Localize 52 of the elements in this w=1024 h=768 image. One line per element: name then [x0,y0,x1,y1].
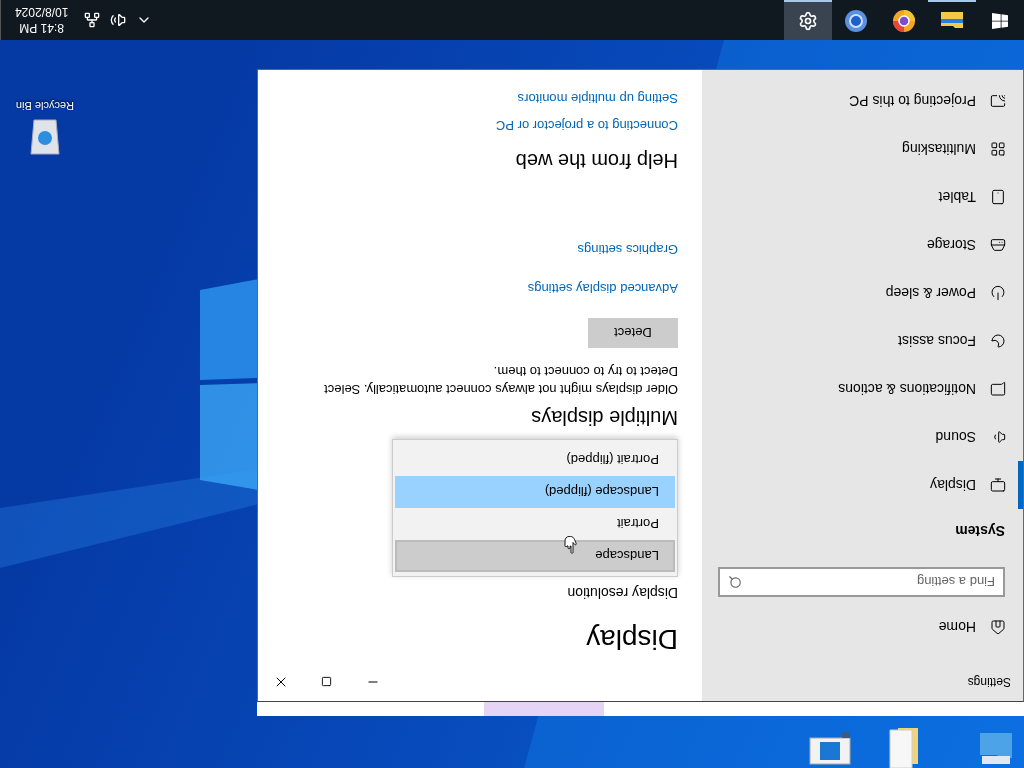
sidebar-item[interactable]: Tablet [702,173,1023,221]
hand-cursor-icon [563,536,577,554]
drive-icon [990,237,1006,253]
settings-icon [798,11,818,31]
dropdown-option[interactable]: Portrait [395,508,675,540]
description-text: Older displays might not always connect automatically. Select Detect to try to connect to them. [323,363,678,398]
sidebar-item[interactable]: Multitasking [702,125,1023,173]
power-icon [990,285,1006,301]
sidebar-item[interactable]: Storage [702,221,1023,269]
projector-icon [990,93,1006,109]
help-link[interactable]: Setting up multiple monitors [517,91,678,106]
sidebar-item[interactable]: Home [702,603,1023,651]
clock[interactable]: 8:41 PM 10/8/2024 [9,4,75,36]
section-title: System [954,522,1006,541]
home-icon [990,619,1006,635]
multitasking-icon [990,141,1006,157]
browser-icon [844,9,868,33]
computer-icon [808,732,852,768]
folder-icon [940,11,964,31]
field-label: Display resolution [566,585,678,601]
tablet-icon [990,189,1006,205]
window-title: Settings [966,674,1012,691]
sidebar-item[interactable]: Notifications & actions [702,365,1023,413]
maximize-icon [321,676,333,688]
network-icon[interactable] [84,12,101,28]
sidebar-item[interactable]: Display [702,461,1023,509]
sidebar-item[interactable]: Projecting to this PC [702,77,1023,125]
volume-icon[interactable] [110,12,127,28]
search-field[interactable]: Find a setting [718,567,1005,597]
monitor-icon [990,477,1006,493]
desktop-icon-label[interactable]: Recycle Bin [15,100,74,112]
settings-link[interactable]: Advanced display settings [527,281,678,296]
search-icon [728,575,742,589]
sidebar-item[interactable]: Sound [702,413,1023,461]
dropdown-option[interactable]: Landscape (flipped) [395,476,675,508]
moon-icon [990,333,1006,349]
browser-icon [892,9,916,33]
windows-logo-icon [992,13,1008,29]
message-icon [990,381,1006,397]
recycle-bin-icon [27,118,62,158]
section-heading: Help from the web [514,149,678,172]
dropdown-option[interactable]: Landscape [395,540,675,572]
taskbar-button[interactable] [784,0,832,40]
page-heading: Display [585,623,678,655]
detect-button[interactable]: Detect [588,318,678,348]
sidebar-item[interactable]: Focus assist [702,317,1023,365]
sidebar-item[interactable]: Power & sleep [702,269,1023,317]
settings-link[interactable]: Graphics settings [577,242,678,257]
section-heading: Multiple displays [530,406,678,429]
search-placeholder: Find a setting [916,574,995,590]
help-link[interactable]: Connecting to a projector or PC [495,118,678,133]
dropdown-option[interactable]: Portrait (flipped) [395,444,675,476]
